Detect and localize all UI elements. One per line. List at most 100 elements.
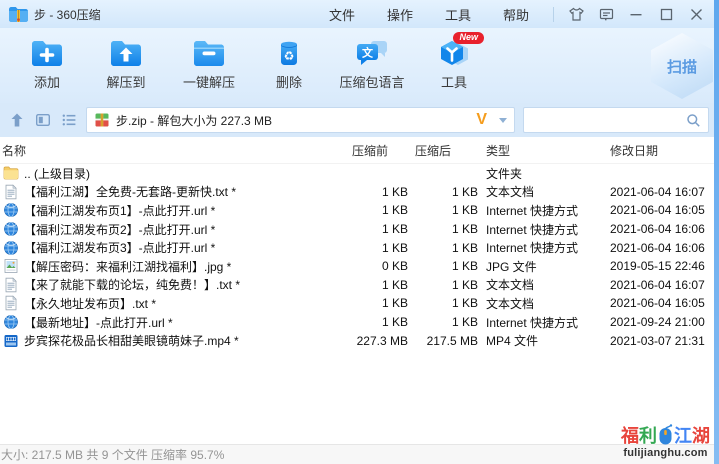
chevron-down-icon[interactable] [499,117,507,123]
close-icon[interactable] [688,6,705,23]
column-header-date[interactable]: 修改日期 [606,142,714,159]
size-after: 1 KB [451,184,478,199]
add-button-label: 添加 [33,75,60,90]
size-before: 1 KB [381,184,408,199]
table-row[interactable]: 【永久地址发布页】.txt * 1 KB 1 KB 文本文档 2021-06-0… [0,294,714,313]
date-modified: 2021-06-04 16:06 [610,240,705,255]
app-window: 步 - 360压缩 文件 操作 工具 帮助 添加 解压到 一键解压 ♻ 删除 文… [0,0,719,464]
delete-button-label: 删除 [275,75,302,90]
new-badge: New [453,32,484,44]
table-row[interactable]: 【福利江湖】全免费-无套路-更新快.txt * 1 KB 1 KB 文本文档 2… [0,183,714,202]
file-type: Internet 快捷方式 [486,222,579,237]
app-zip-icon [8,6,28,22]
file-type: 文本文档 [486,278,535,293]
video-file-icon [3,333,19,349]
file-name: 【来了就能下载的论坛，纯免费！】.txt * [24,278,241,293]
one-click-extract-icon [190,37,228,69]
date-modified: 2021-03-07 21:31 [610,333,705,348]
date-modified: 2021-06-04 16:07 [610,277,705,292]
date-modified: 2019-05-15 22:46 [610,259,705,274]
size-after: 1 KB [451,277,478,292]
column-header-after[interactable]: 压缩后 [408,142,478,159]
delete-button[interactable]: ♻ 删除 [252,35,326,97]
list-view-icon[interactable] [60,111,78,129]
size-after: 1 KB [451,203,478,218]
table-row[interactable]: 【最新地址】-点此打开.url * 1 KB 1 KB Internet 快捷方… [0,313,714,332]
size-before: 1 KB [381,315,408,330]
url-icon [3,314,19,330]
table-row[interactable]: 【福利江湖发布页1】-点此打开.url * 1 KB 1 KB Internet… [0,201,714,220]
minimize-icon[interactable] [628,6,645,23]
watermark-char: 福 [621,426,639,446]
image-file-icon [3,258,19,274]
file-type: 文件夹 [486,166,523,181]
up-icon[interactable] [8,111,26,129]
menu-tools[interactable]: 工具 [445,5,471,24]
table-row[interactable]: .. (上级目录) 文件夹 [0,164,714,183]
feedback-icon[interactable] [598,6,615,23]
archive-language-button-label: 压缩包语言 [339,75,405,90]
table-row[interactable]: 步宾探花极品长相甜美眼镜萌妹子.mp4 * 227.3 MB 217.5 MB … [0,331,714,350]
statusbar: 大小: 217.5 MB 共 9 个文件 压缩率 95.7% [0,444,714,464]
file-type: MP4 文件 [486,334,539,349]
date-modified: 2021-06-04 16:05 [610,296,705,311]
table-row[interactable]: 【福利江湖发布页2】-点此打开.url * 1 KB 1 KB Internet… [0,220,714,239]
file-type: 文本文档 [486,185,535,200]
window-title: 步 - 360压缩 [34,7,101,22]
url-icon [3,221,19,237]
url-icon [3,202,19,218]
file-list: .. (上级目录) 文件夹 【福利江湖】全免费-无套路-更新快.txt * 1 … [0,164,719,445]
file-type: JPG 文件 [486,259,537,274]
column-header-before[interactable]: 压缩前 [342,142,408,159]
table-row[interactable]: 【来了就能下载的论坛，纯免费！】.txt * 1 KB 1 KB 文本文档 20… [0,276,714,295]
url-icon [3,240,19,256]
add-button[interactable]: 添加 [8,35,86,97]
search-input[interactable] [531,113,686,127]
column-header-name[interactable]: 名称 [0,142,342,159]
text-file-icon [3,184,19,200]
titlebar-controls [568,6,705,23]
menu-file[interactable]: 文件 [329,5,355,24]
text-file-icon [3,277,19,293]
folder-icon [3,165,19,181]
size-before: 1 KB [381,222,408,237]
archive-language-button[interactable]: 文 压缩包语言 [326,35,418,97]
address-text: 步.zip - 解包大小为 227.3 MB [116,113,273,128]
menu-action[interactable]: 操作 [387,5,413,24]
one-click-extract-button-label: 一键解压 [182,75,235,90]
add-folder-icon [28,37,66,69]
watermark-char: 利 [639,426,657,446]
size-before: 227.3 MB [356,333,408,348]
preview-pane-icon[interactable] [34,111,52,129]
column-header-type[interactable]: 类型 [478,142,606,159]
address-field[interactable]: 步.zip - 解包大小为 227.3 MB V [86,107,515,133]
extract-to-button[interactable]: 解压到 [86,35,166,97]
menu-help[interactable]: 帮助 [503,5,529,24]
table-row[interactable]: 【福利江湖发布页3】-点此打开.url * 1 KB 1 KB Internet… [0,238,714,257]
scan-badge[interactable]: 扫描 [651,33,713,99]
file-name: 【永久地址发布页】.txt * [24,296,157,311]
size-before: 1 KB [381,296,408,311]
file-name: 步宾探花极品长相甜美眼镜萌妹子.mp4 * [24,334,239,349]
svg-text:♻: ♻ [284,49,295,63]
search-box [523,107,709,133]
search-icon[interactable] [686,113,701,128]
extract-to-icon [107,37,145,69]
file-name: 【福利江湖发布页1】-点此打开.url * [24,203,216,218]
skin-icon[interactable] [568,6,585,23]
file-type: 文本文档 [486,296,535,311]
table-row[interactable]: 【解压密码：来福利江湖找福利】.jpg * 0 KB 1 KB JPG 文件 2… [0,257,714,276]
tools-button[interactable]: New 工具 [418,32,490,97]
v-logo: V [476,111,487,128]
maximize-icon[interactable] [658,6,675,23]
one-click-extract-button[interactable]: 一键解压 [166,35,252,97]
size-before: 1 KB [381,203,408,218]
mouse-icon [658,424,673,445]
menubar: 文件 操作 工具 帮助 [329,5,529,24]
watermark: 福利 江湖 fulijianghu.com [621,424,710,459]
size-before: 1 KB [381,277,408,292]
date-modified: 2021-06-04 16:05 [610,203,705,218]
file-type: Internet 快捷方式 [486,241,579,256]
file-name: 【最新地址】-点此打开.url * [24,315,173,330]
zip-file-icon [94,112,110,128]
